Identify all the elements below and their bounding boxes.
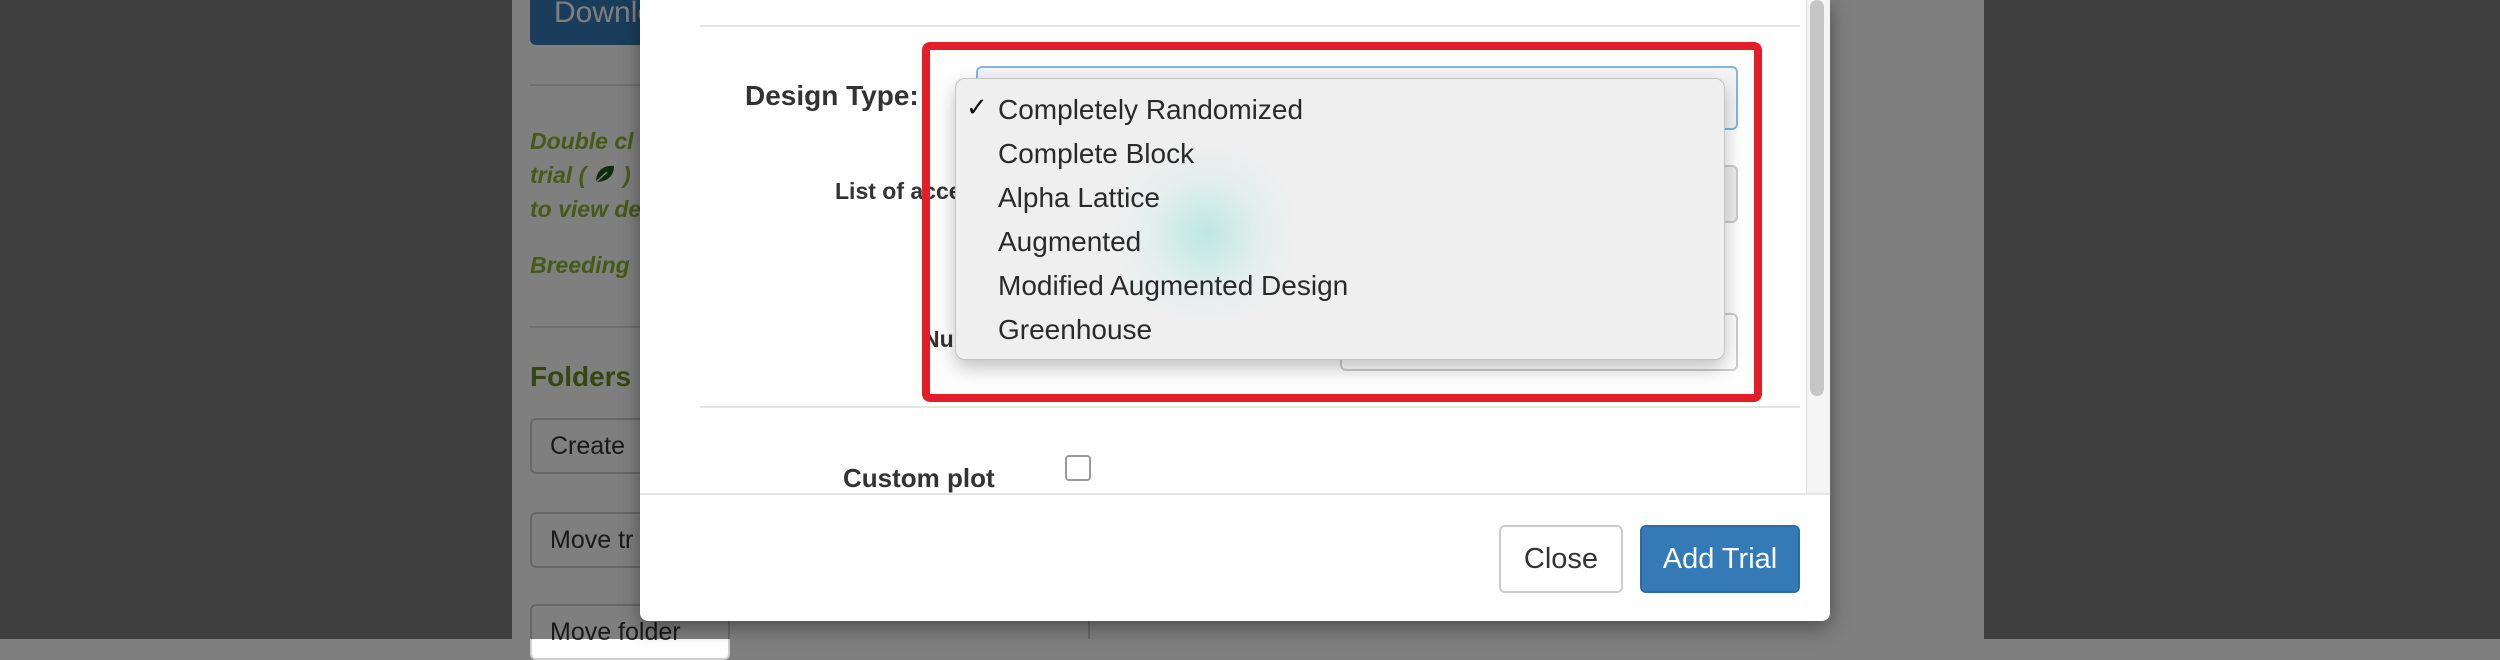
section-divider (700, 25, 1800, 27)
section-divider (700, 406, 1800, 408)
modal-scrollbar-thumb[interactable] (1810, 0, 1824, 396)
add-trial-button[interactable]: Add Trial (1640, 525, 1800, 593)
highlight-box (922, 42, 1762, 402)
custom-plot-checkbox[interactable] (1065, 455, 1091, 481)
design-type-label: Design Type: (745, 80, 919, 111)
custom-plot-label: Custom plot (843, 463, 995, 493)
close-button[interactable]: Close (1499, 525, 1623, 593)
footer-divider (640, 493, 1830, 495)
